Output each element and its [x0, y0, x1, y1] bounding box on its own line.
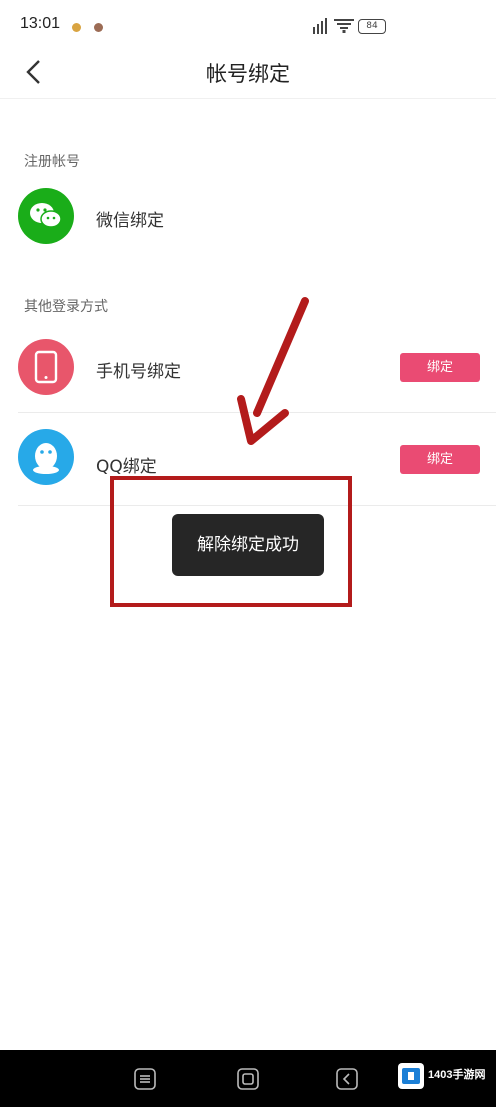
phone-bind-button[interactable]: 绑定 — [400, 353, 480, 382]
watermark-logo-icon — [398, 1063, 424, 1089]
menu-nav-icon[interactable] — [134, 1068, 156, 1090]
notification-dot-icon — [72, 23, 81, 32]
qq-bind-button[interactable]: 绑定 — [400, 445, 480, 474]
watermark-text: 1403手游网 — [428, 1069, 486, 1081]
status-time: 13:01 — [20, 15, 61, 32]
home-nav-icon[interactable] — [237, 1068, 259, 1090]
site-watermark: 1403手游网 — [396, 1058, 496, 1100]
phone-icon — [18, 339, 74, 395]
battery-icon: 84 — [358, 19, 386, 34]
qq-icon — [18, 429, 74, 485]
section-heading-other: 其他登录方式 — [24, 299, 108, 315]
app-notification-icon — [94, 23, 103, 32]
header-divider — [0, 98, 496, 99]
wifi-icon — [334, 19, 354, 33]
wechat-icon — [18, 188, 74, 244]
status-bar: 13:01 84 — [0, 0, 496, 52]
section-heading-register: 注册帐号 — [24, 154, 80, 170]
annotation-arrow-icon — [237, 297, 309, 445]
wechat-row[interactable]: 微信绑定 — [0, 185, 496, 247]
wechat-label: 微信绑定 — [96, 211, 164, 231]
page-title: 帐号绑定 — [206, 62, 290, 86]
qq-label: QQ绑定 — [96, 457, 157, 477]
phone-label: 手机号绑定 — [96, 362, 181, 382]
signal-icon — [313, 18, 327, 34]
toast-message: 解除绑定成功 — [172, 514, 324, 576]
back-nav-icon[interactable] — [336, 1068, 358, 1090]
